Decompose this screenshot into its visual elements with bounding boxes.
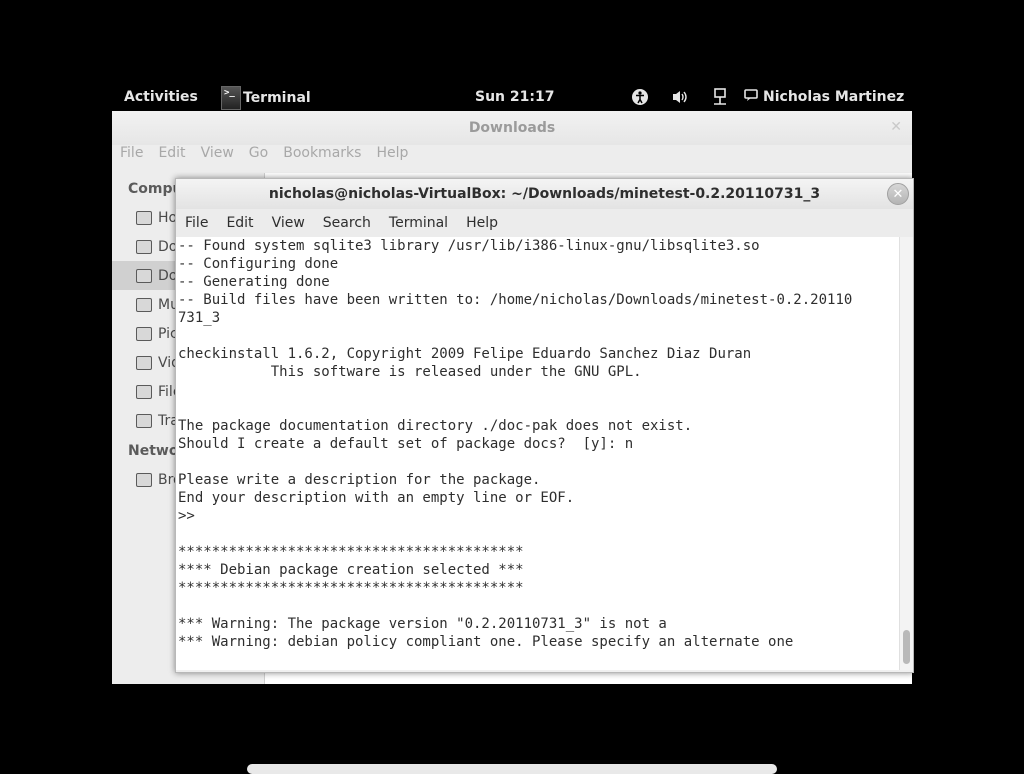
files-menu-edit[interactable]: Edit: [158, 145, 185, 169]
terminal-icon: >_: [221, 85, 241, 110]
folder-icon: [136, 239, 152, 254]
files-close-icon[interactable]: ✕: [890, 119, 902, 135]
terminal-menu-terminal[interactable]: Terminal: [389, 215, 448, 231]
terminal-screen[interactable]: -- Found system sqlite3 library /usr/lib…: [176, 237, 900, 670]
terminal-menu-view[interactable]: View: [272, 215, 305, 231]
folder-icon: [136, 326, 152, 341]
user-menu[interactable]: Nicholas Martinez: [744, 88, 904, 106]
files-menu-bookmarks[interactable]: Bookmarks: [283, 145, 361, 169]
terminal-window[interactable]: nicholas@nicholas-VirtualBox: ~/Download…: [175, 178, 914, 673]
network-folder-icon: [136, 472, 152, 487]
folder-icon: [136, 268, 152, 283]
volume-icon[interactable]: [670, 87, 690, 107]
files-menu-go[interactable]: Go: [249, 145, 268, 169]
files-menu-help[interactable]: Help: [376, 145, 408, 169]
files-menubar: File Edit View Go Bookmarks Help: [112, 145, 912, 169]
app-menu-button[interactable]: >_ Terminal: [221, 84, 311, 111]
user-name: Nicholas Martinez: [763, 89, 905, 105]
folder-icon: [136, 297, 152, 312]
clock[interactable]: Sun 21:17: [475, 89, 554, 105]
home-folder-icon: [136, 210, 152, 225]
trash-icon: [136, 413, 152, 428]
files-menu-view[interactable]: View: [201, 145, 234, 169]
network-icon[interactable]: [710, 87, 730, 107]
accessibility-icon[interactable]: [630, 87, 650, 107]
bottom-edge-element: [247, 764, 777, 774]
terminal-close-button[interactable]: ✕: [887, 183, 909, 205]
terminal-menu-edit[interactable]: Edit: [226, 215, 253, 231]
system-tray: Nicholas Martinez: [630, 87, 904, 107]
chat-icon: [744, 88, 758, 106]
files-window-title: Downloads: [112, 111, 912, 145]
activities-button[interactable]: Activities: [124, 89, 198, 105]
terminal-menubar: File Edit View Search Terminal Help: [176, 209, 913, 237]
terminal-menu-help[interactable]: Help: [466, 215, 498, 231]
top-bar: Activities >_ Terminal Sun 21:17 Nichola…: [112, 84, 912, 111]
terminal-menu-search[interactable]: Search: [323, 215, 371, 231]
folder-icon: [136, 355, 152, 370]
terminal-scrollbar[interactable]: [899, 237, 913, 670]
terminal-output: -- Found system sqlite3 library /usr/lib…: [178, 238, 853, 650]
terminal-menu-file[interactable]: File: [185, 215, 208, 231]
files-menu-file[interactable]: File: [120, 145, 143, 169]
drive-icon: [136, 384, 152, 399]
app-menu-label: Terminal: [243, 89, 311, 106]
terminal-title: nicholas@nicholas-VirtualBox: ~/Download…: [176, 179, 913, 209]
scrollbar-thumb[interactable]: [903, 630, 910, 664]
